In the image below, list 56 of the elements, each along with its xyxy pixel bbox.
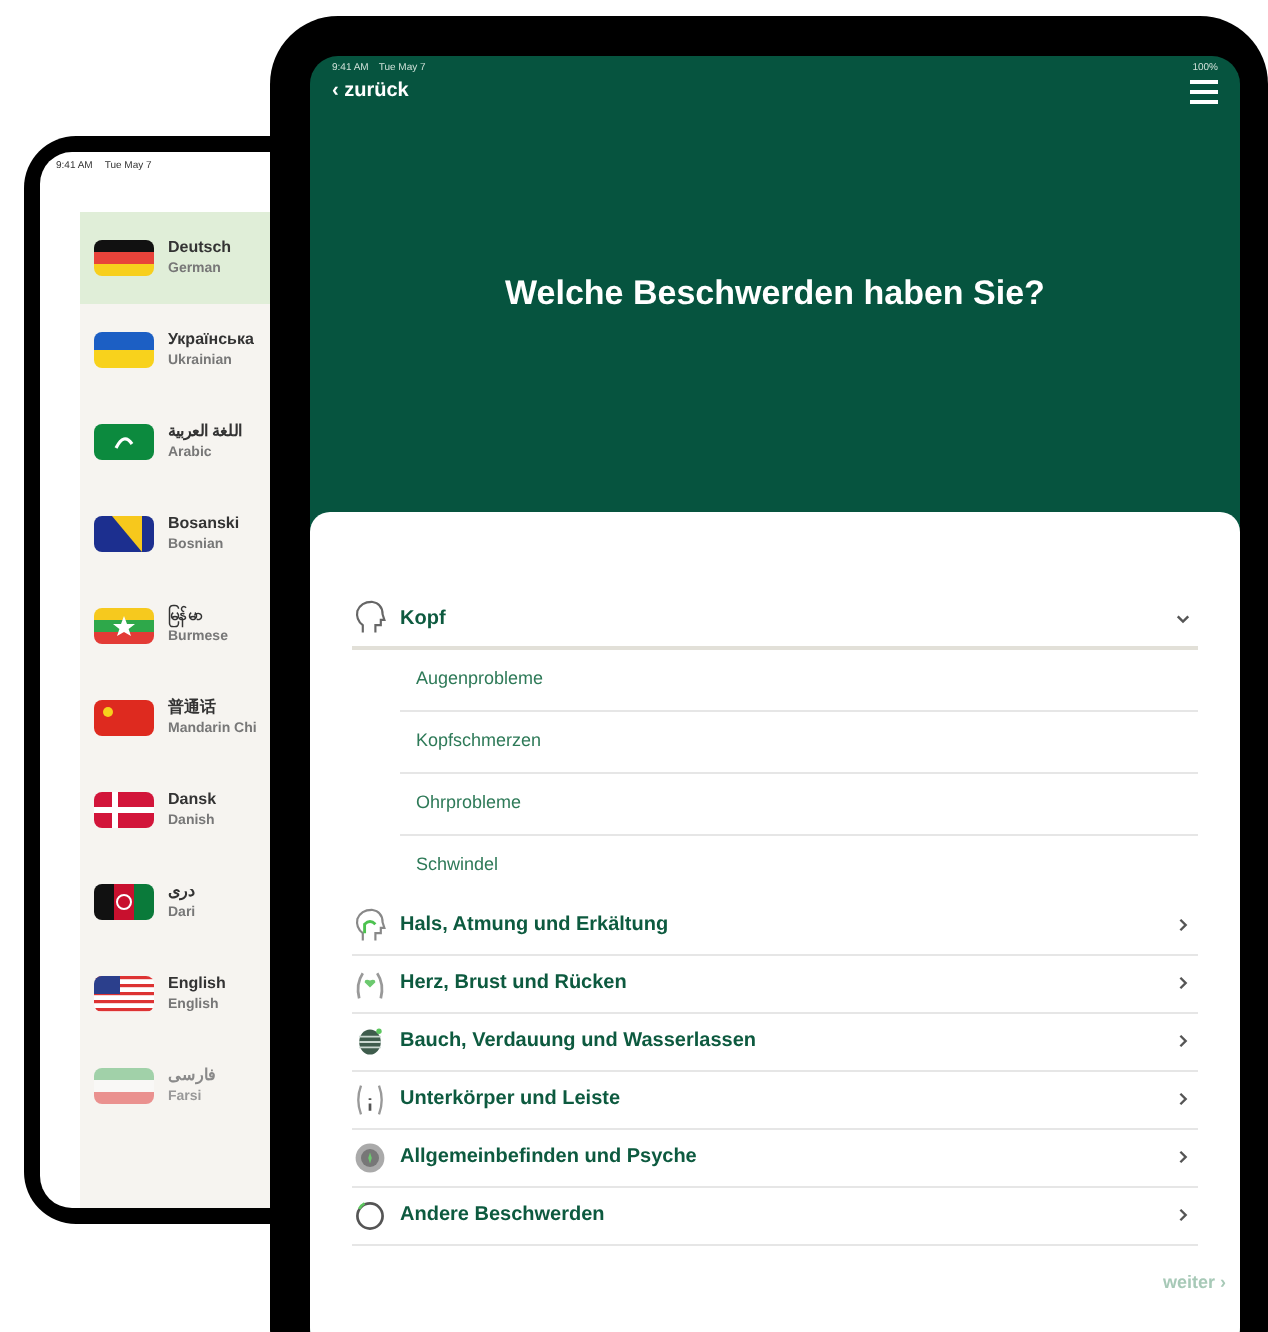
flag-icon [94,608,154,644]
chevron-down-icon [1176,611,1190,625]
category-label: Hals, Atmung und Erkältung [400,912,671,940]
language-name: اللغة العربية [168,420,243,442]
menu-icon[interactable] [1190,79,1218,103]
flag-icon [94,976,154,1012]
language-name: Українська [168,328,254,350]
circle-icon [352,1197,388,1233]
head-icon [352,600,388,636]
language-name: Deutsch [168,236,232,258]
language-name: Dansk [168,788,217,810]
flag-icon [94,516,154,552]
chevron-right-icon [1176,1034,1190,1048]
subcategory-label: Augenprobleme [416,665,544,692]
category-label: Bauch, Verdauung und Wasserlassen [400,1028,759,1056]
chevron-right-icon [1176,918,1190,932]
category-row[interactable]: Hals, Atmung und Erkältung [352,897,1198,955]
flag-icon [94,424,154,460]
flag-icon [94,884,154,920]
category-row[interactable]: Kopf [352,591,1198,649]
chevron-right-icon [1176,1208,1190,1222]
back-link[interactable]: ‹ zurück [332,76,409,106]
subcategory-label: Schwindel [416,852,499,879]
flag-icon [94,792,154,828]
language-name: English [168,972,226,994]
category-label: Herz, Brust und Rücken [400,970,629,998]
throat-head-icon [352,907,388,943]
subcategory-row[interactable]: Augenprobleme [400,649,1198,711]
category-row[interactable]: Unterkörper und Leiste [352,1071,1198,1129]
category-row[interactable]: Herz, Brust und Rücken [352,955,1198,1013]
chevron-right-icon [1176,1150,1190,1164]
language-name: မြန်မာ [168,604,205,626]
subcategory-row[interactable]: Schwindel [400,835,1198,897]
page-title: Welche Beschwerden haben Sie? [505,272,1045,317]
subcategory-row[interactable]: Kopfschmerzen [400,711,1198,773]
category-label: Unterkörper und Leiste [400,1086,623,1114]
flag-icon [94,240,154,276]
language-name: Bosanski [168,512,240,534]
subcategory-label: Ohrprobleme [416,789,522,816]
chevron-right-icon [1176,976,1190,990]
flag-icon [94,700,154,736]
category-label: Andere Beschwerden [400,1202,607,1230]
language-name: 普通话 [168,696,218,718]
category-label: Allgemeinbefinden und Psyche [400,1144,699,1172]
category-label: Kopf [400,605,448,633]
language-name: فارسی [168,1064,216,1086]
subcategory-label: Kopfschmerzen [416,727,542,754]
flag-icon [94,1068,154,1104]
subcategory-row[interactable]: Ohrprobleme [400,773,1198,835]
language-name: دری [168,880,196,902]
flag-icon [94,332,154,368]
chevron-right-icon [1176,1092,1190,1106]
target-icon [352,1139,388,1175]
category-row[interactable]: Bauch, Verdauung und Wasserlassen [352,1013,1198,1071]
category-row[interactable]: Andere Beschwerden [352,1187,1198,1245]
category-row[interactable]: Allgemeinbefinden und Psyche [352,1129,1198,1187]
